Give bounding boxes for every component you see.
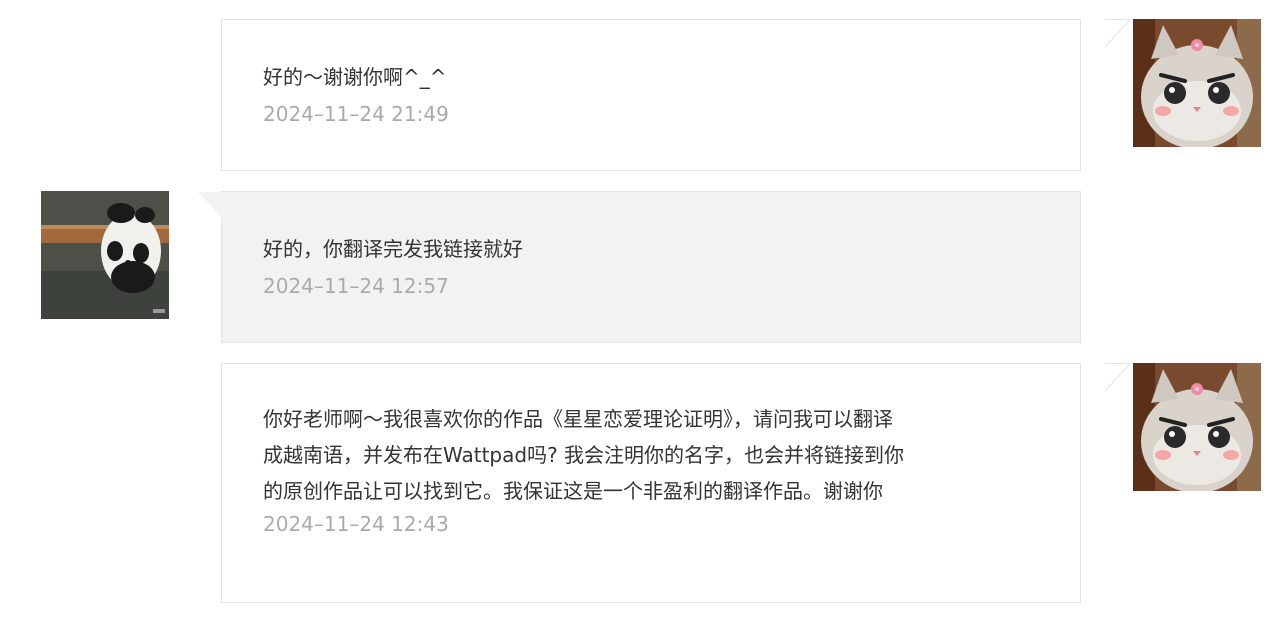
bubble-tail (197, 191, 223, 221)
panda-avatar[interactable] (41, 191, 169, 319)
message-thread: 好的～谢谢你啊^_^ 2024–11–24 21:49 好的，你翻译完发我链接就… (0, 0, 1280, 632)
message-bubble-outgoing: 好的～谢谢你啊^_^ 2024–11–24 21:49 (221, 19, 1131, 171)
message-bubble-incoming: 好的，你翻译完发我链接就好 2024–11–24 12:57 (198, 191, 1081, 343)
message-text: 好的～谢谢你啊^_^ (263, 65, 447, 89)
message-timestamp: 2024–11–24 12:43 (263, 512, 449, 536)
message-timestamp: 2024–11–24 12:57 (263, 274, 449, 298)
message-text: 你好老师啊～我很喜欢你的作品《星星恋爱理论证明》，请问我可以翻译 成越南语，并发… (263, 407, 905, 503)
message-text: 好的，你翻译完发我链接就好 (263, 237, 523, 261)
cat-avatar[interactable] (1133, 19, 1261, 147)
message-timestamp: 2024–11–24 21:49 (263, 102, 449, 126)
message-bubble-outgoing: 你好老师啊～我很喜欢你的作品《星星恋爱理论证明》，请问我可以翻译 成越南语，并发… (221, 363, 1131, 603)
cat-avatar[interactable] (1133, 363, 1261, 491)
